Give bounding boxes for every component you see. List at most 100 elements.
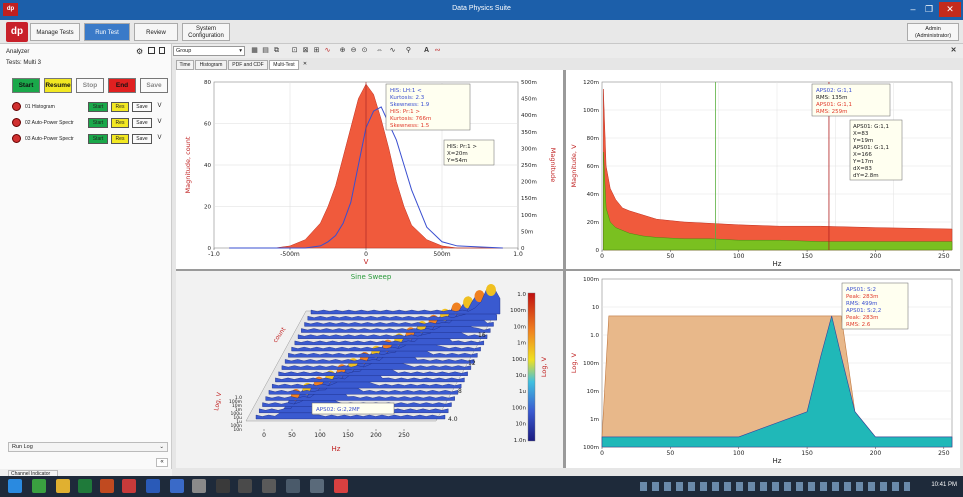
tab-time[interactable]: Time <box>176 60 194 70</box>
test-row[interactable]: 01 Histogram Start Res Save V <box>8 100 166 114</box>
y-tick-label: 80 <box>204 80 211 86</box>
cursor-icon[interactable]: ∿ <box>388 47 397 55</box>
row-view-button[interactable]: V <box>155 118 164 128</box>
row-view-button[interactable]: V <box>155 102 164 112</box>
annotate-icon[interactable]: A <box>422 47 431 55</box>
resume-button[interactable]: Resume <box>44 78 72 93</box>
tab-system-configuration[interactable]: System Configuration <box>182 23 230 41</box>
browser-icon[interactable] <box>32 479 46 493</box>
waterfall-panel[interactable]: Sine Sweep 0 50 100 150 200 250 Hz 4.0 8 12 16 10n 10… <box>176 271 563 468</box>
tray-icons[interactable] <box>640 482 910 491</box>
cursor-readout-line: APS01: G:1,1 <box>853 124 889 130</box>
close-tab-icon[interactable]: ✕ <box>300 60 310 70</box>
start-button[interactable]: Start <box>12 78 40 93</box>
dp-taskbar-icon[interactable] <box>334 479 348 493</box>
zoom-fit-icon[interactable]: ⊙ <box>360 47 369 55</box>
main-toolbar: dp Manage Tests Run Test Review System C… <box>0 20 963 44</box>
row-view-button[interactable]: V <box>155 134 164 144</box>
chart-edit-icon[interactable]: ⊠ <box>301 47 310 55</box>
tab-review[interactable]: Review <box>134 23 178 41</box>
log-spectrum-panel[interactable]: 0 50 100 150 200 250 100m 1m 10m 100m 1.0 10 100m Hz L… <box>566 271 960 468</box>
zoom-out-icon[interactable]: ⊖ <box>349 47 358 55</box>
y-tick-label: 20 <box>204 205 211 211</box>
save-button[interactable]: Save <box>140 78 168 93</box>
test-row[interactable]: 02 Auto-Power Spectr Start Res Save V <box>8 116 166 130</box>
stop-button[interactable]: Stop <box>76 78 104 93</box>
maximize-icon[interactable]: ❐ <box>921 2 937 17</box>
end-button[interactable]: End <box>108 78 136 93</box>
chart-add-icon[interactable]: ⊞ <box>312 47 321 55</box>
folder-icon[interactable] <box>56 479 70 493</box>
zoom-in-icon[interactable]: ⊕ <box>338 47 347 55</box>
windows-icon[interactable] <box>8 479 22 493</box>
tab-manage-tests[interactable]: Manage Tests <box>30 23 80 41</box>
histogram-chart[interactable]: -1.0 -500m 0 500m 1.0020406080050m100m150m20… <box>176 70 563 269</box>
row-start-button[interactable]: Start <box>88 118 108 128</box>
run-log-panel[interactable]: Run Log ⌄ <box>8 442 168 452</box>
y-axis-label: Magnitude, V <box>570 144 578 188</box>
collapse-button[interactable]: « <box>156 458 168 467</box>
clock: 10:41 PM <box>931 482 957 488</box>
gear-icon[interactable]: ⚙ <box>136 47 143 56</box>
app-icon[interactable] <box>192 479 206 493</box>
user-button[interactable]: Admin (Administrator) <box>907 23 959 41</box>
app-icon[interactable] <box>216 479 230 493</box>
row-res-button[interactable]: Res <box>111 118 129 128</box>
chevron-down-icon[interactable]: ▾ <box>239 47 242 55</box>
y-tick-label: 400m <box>521 113 537 119</box>
wave-icon[interactable]: ∾ <box>433 47 442 55</box>
word-icon[interactable] <box>146 479 160 493</box>
spectrum-panel[interactable]: 0 50 100 150 200 250 0 20m 40m 60m 80m 100m 120m Hz Ma… <box>566 70 960 269</box>
test-panel: Analyzer ⚙ Tests: Multi 3 Start Resume S… <box>0 44 172 469</box>
y-tick-label: 1.0 <box>590 333 599 339</box>
row-start-button[interactable]: Start <box>88 134 108 144</box>
copy-icon[interactable]: ⧉ <box>272 47 281 55</box>
signal-icon[interactable]: ∿ <box>323 47 332 55</box>
x-tick-label: 500m <box>433 251 450 258</box>
minimize-icon[interactable]: – <box>905 2 921 17</box>
grid-icon[interactable]: ▤ <box>261 47 270 55</box>
cursor-readout-line: Y=54m <box>446 158 467 164</box>
app-icon[interactable] <box>238 479 252 493</box>
document-icon[interactable] <box>159 47 165 54</box>
log-spectrum-chart[interactable]: 0 50 100 150 200 250 100m 1m 10m 100m 1.0 10 100m Hz L… <box>566 271 960 468</box>
row-save-button[interactable]: Save <box>132 102 152 112</box>
tab-multi-test[interactable]: Multi-Test <box>269 60 299 70</box>
app-icon[interactable] <box>286 479 300 493</box>
close-icon[interactable]: ✕ <box>939 2 961 17</box>
chart-icon[interactable]: ⊡ <box>290 47 299 55</box>
powerpoint-icon[interactable] <box>122 479 136 493</box>
layout-icon[interactable]: ▦ <box>250 47 259 55</box>
app-icon[interactable] <box>170 479 184 493</box>
app-icon[interactable] <box>262 479 276 493</box>
legend-entry: Skewness: 1.5 <box>390 123 430 129</box>
group-select[interactable]: Group ▾ <box>173 46 245 56</box>
waterfall-chart[interactable]: Sine Sweep 0 50 100 150 200 250 Hz 4.0 8 12 16 10n 10… <box>176 271 563 468</box>
access-icon[interactable] <box>100 479 114 493</box>
row-res-button[interactable]: Res <box>111 134 129 144</box>
app-icon[interactable] <box>310 479 324 493</box>
close-icon[interactable]: ✕ <box>949 47 958 55</box>
y-tick-label: 100m <box>583 108 599 114</box>
row-save-button[interactable]: Save <box>132 134 152 144</box>
tab-pdf-cdf[interactable]: PDF and CDF <box>228 60 268 70</box>
excel-icon[interactable] <box>78 479 92 493</box>
row-save-button[interactable]: Save <box>132 118 152 128</box>
tests-label: Tests: Multi 3 <box>6 60 42 66</box>
window-icon[interactable] <box>148 47 155 54</box>
colorbar-tick-label: 100n <box>512 405 526 411</box>
tab-histogram[interactable]: Histogram <box>195 60 227 70</box>
test-row[interactable]: 03 Auto-Power Spectr Start Res Save V <box>8 132 166 146</box>
spectrum-chart[interactable]: 0 50 100 150 200 250 0 20m 40m 60m 80m 100m 120m Hz Ma… <box>566 70 960 269</box>
histogram-panel[interactable]: -1.0 -500m 0 500m 1.0 0 20 40 60 80 0 50m 100m 150m 20… <box>176 70 563 269</box>
x-tick-label: -500m <box>280 251 300 258</box>
cursor-readout-line: APS01: G:1,1 <box>853 145 889 151</box>
link-icon[interactable]: ⚲ <box>404 47 413 55</box>
tab-run-test[interactable]: Run Test <box>84 23 130 41</box>
row-res-button[interactable]: Res <box>111 102 129 112</box>
row-start-button[interactable]: Start <box>88 102 108 112</box>
test-name: 02 Auto-Power Spectr <box>25 120 74 126</box>
x-tick-label: 0 <box>262 432 266 439</box>
chevron-down-icon[interactable]: ⌄ <box>159 443 164 451</box>
pan-icon[interactable]: ⇔ <box>375 47 384 55</box>
